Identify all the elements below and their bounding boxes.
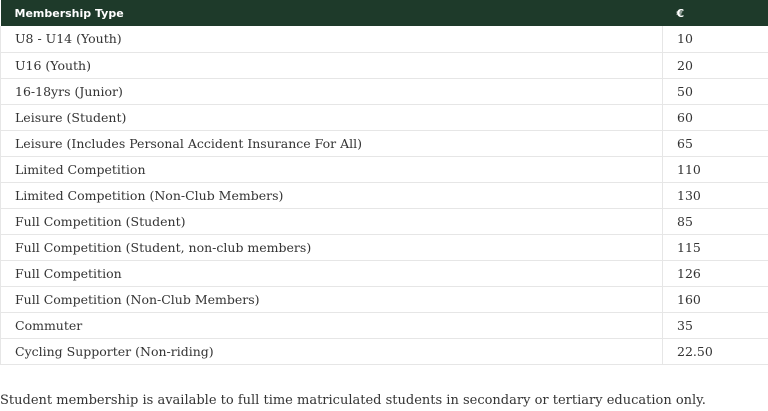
price-cell: 115 (662, 234, 768, 261)
membership-type-cell: Full Competition (0, 260, 663, 287)
price-cell: 85 (662, 208, 768, 235)
table-row: Full Competition (Non-Club Members) 160 (0, 286, 768, 313)
price-cell: 130 (662, 182, 768, 209)
membership-type-cell: Cycling Supporter (Non-riding) (0, 338, 663, 365)
price-cell: 20 (662, 52, 768, 79)
header-row: Membership Type € (0, 0, 768, 26)
membership-type-cell: Leisure (Student) (0, 104, 663, 131)
price-cell: 50 (662, 78, 768, 105)
table-header: Membership Type € (0, 0, 768, 26)
table-row: Leisure (Includes Personal Accident Insu… (0, 130, 768, 157)
price-cell: 110 (662, 156, 768, 183)
price-cell: 160 (662, 286, 768, 313)
table-row: Commuter 35 (0, 312, 768, 339)
table-row: Cycling Supporter (Non-riding) 22.50 (0, 338, 768, 365)
table-row: U8 - U14 (Youth) 10 (0, 26, 768, 53)
table-row: Leisure (Student) 60 (0, 104, 768, 131)
price-cell: 60 (662, 104, 768, 131)
membership-type-cell: Limited Competition (0, 156, 663, 183)
table-row: Limited Competition (Non-Club Members) 1… (0, 182, 768, 209)
price-cell: 65 (662, 130, 768, 157)
table-row: 16-18yrs (Junior) 50 (0, 78, 768, 105)
membership-type-header: Membership Type (14, 6, 124, 20)
membership-type-cell: Limited Competition (Non-Club Members) (0, 182, 663, 209)
membership-table-container: Membership Type € U8 - U14 (Youth) 10 U1… (0, 0, 768, 365)
membership-type-cell: Full Competition (Student) (0, 208, 663, 235)
table-row: Limited Competition 110 (0, 156, 768, 183)
membership-type-cell: Full Competition (Student, non-club memb… (0, 234, 663, 261)
price-cell: 35 (662, 312, 768, 339)
price-header: € (676, 6, 685, 20)
table-row: Full Competition (Student, non-club memb… (0, 234, 768, 261)
membership-type-cell: U8 - U14 (Youth) (0, 26, 663, 53)
membership-type-cell: Commuter (0, 312, 663, 339)
price-cell: 22.50 (662, 338, 768, 365)
table-row: U16 (Youth) 20 (0, 52, 768, 79)
table-body: U8 - U14 (Youth) 10 U16 (Youth) 20 16-18… (0, 26, 768, 365)
table-row: Full Competition (Student) 85 (0, 208, 768, 235)
membership-type-cell: Full Competition (Non-Club Members) (0, 286, 663, 313)
table-row: Full Competition 126 (0, 260, 768, 287)
membership-type-cell: U16 (Youth) (0, 52, 663, 79)
membership-table: Membership Type € U8 - U14 (Youth) 10 U1… (0, 0, 768, 365)
student-membership-note: Student membership is available to full … (0, 393, 706, 408)
membership-type-cell: 16-18yrs (Junior) (0, 78, 663, 105)
price-cell: 10 (662, 26, 768, 53)
price-cell: 126 (662, 260, 768, 287)
membership-type-cell: Leisure (Includes Personal Accident Insu… (0, 130, 663, 157)
